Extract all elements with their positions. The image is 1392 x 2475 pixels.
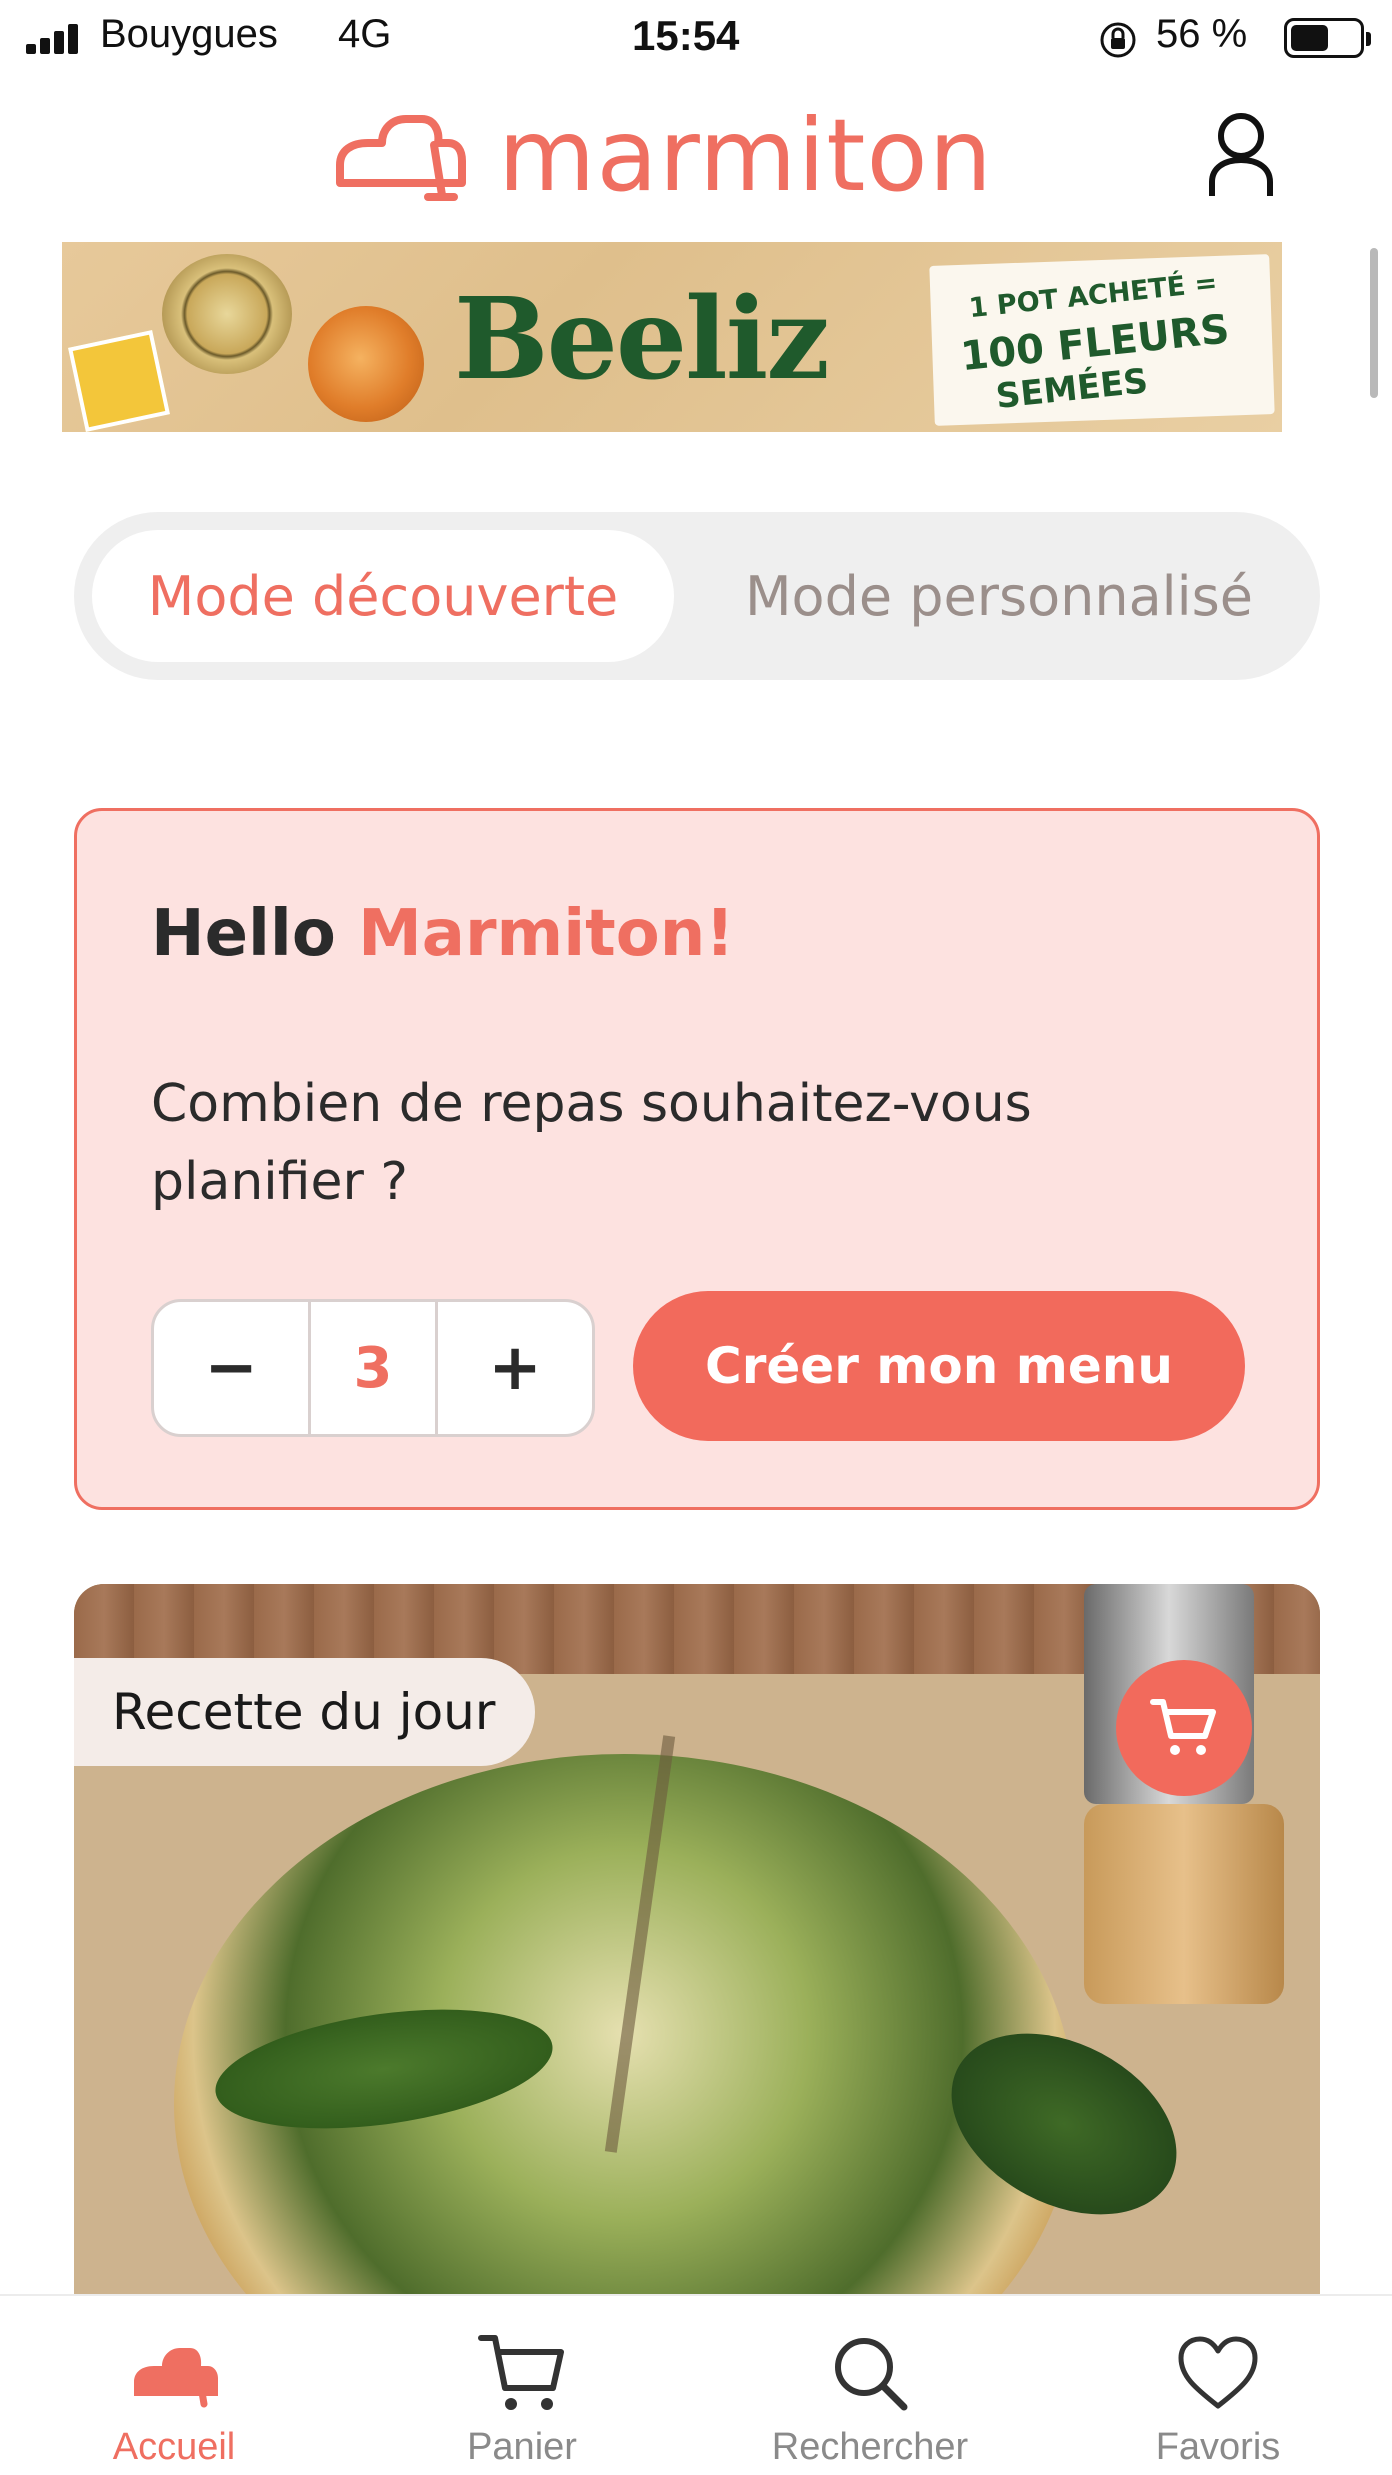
bottom-tab-bar: Accueil Panier Rechercher Favoris	[0, 2294, 1392, 2475]
decrement-button[interactable]: −	[154, 1302, 308, 1434]
banner-promo-card: 1 POT ACHETÉ = 100 FLEURS SEMÉES	[929, 254, 1275, 426]
carrier-name: Bouygues	[100, 12, 278, 56]
greeting-name: Marmiton!	[358, 897, 735, 971]
clock: 15:54	[632, 12, 740, 59]
brand-name: marmiton	[498, 96, 994, 214]
scrollbar[interactable]	[1370, 248, 1378, 398]
meal-count-stepper: − 3 +	[151, 1299, 595, 1437]
mode-toggle: Mode découverte Mode personnalisé	[74, 512, 1320, 680]
profile-icon[interactable]	[1206, 108, 1276, 200]
cart-icon	[1150, 1699, 1216, 1755]
battery-percent: 56 %	[1156, 12, 1248, 56]
app-header: marmiton	[0, 78, 1392, 228]
pot-logo-icon	[336, 115, 466, 201]
tab-favoris[interactable]: Favoris	[1044, 2296, 1392, 2475]
tab-panier[interactable]: Panier	[348, 2296, 696, 2475]
create-menu-button[interactable]: Créer mon menu	[633, 1291, 1245, 1441]
ad-banner[interactable]: Beeliz 1 POT ACHETÉ = 100 FLEURS SEMÉES	[62, 242, 1282, 432]
home-pot-icon	[134, 2348, 218, 2408]
add-to-cart-button[interactable]	[1116, 1660, 1252, 1796]
network-type: 4G	[338, 12, 392, 56]
meal-planner-card: Hello Marmiton! Combien de repas souhait…	[74, 808, 1320, 1510]
recipe-photo-grinder-base	[1084, 1804, 1284, 2004]
battery-icon	[1284, 18, 1371, 58]
tab-label: Rechercher	[771, 2426, 969, 2468]
increment-button[interactable]: +	[438, 1302, 592, 1434]
tab-rechercher[interactable]: Rechercher	[696, 2296, 1044, 2475]
tab-label: Accueil	[112, 2426, 236, 2468]
jar-lid-image	[162, 254, 292, 374]
honey-jar-image	[308, 306, 424, 422]
recipe-of-the-day-badge: Recette du jour	[74, 1658, 536, 1766]
tab-mode-personnalise[interactable]: Mode personnalisé	[694, 530, 1304, 662]
orientation-lock-icon	[1100, 22, 1136, 58]
tab-label: Favoris	[1155, 2426, 1281, 2468]
signal-icon	[26, 24, 82, 54]
meal-count-value: 3	[308, 1302, 438, 1434]
tab-mode-decouverte[interactable]: Mode découverte	[92, 530, 674, 662]
heart-icon	[1178, 2336, 1258, 2409]
greeting-word: Hello	[151, 897, 336, 971]
cart-icon	[478, 2335, 564, 2410]
tab-accueil[interactable]: Accueil	[0, 2296, 348, 2475]
status-bar: Bouygues 4G 15:54 56 %	[0, 0, 1392, 78]
meal-count-question: Combien de repas souhaitez-vous planifie…	[151, 1074, 1032, 1212]
seed-packet-image	[67, 329, 171, 432]
recipe-of-the-day-card[interactable]: Recette du jour	[74, 1584, 1320, 2294]
tab-label: Panier	[467, 2426, 577, 2468]
search-icon	[835, 2338, 908, 2411]
greeting-title: Hello Marmiton!	[151, 897, 734, 971]
banner-brand: Beeliz	[454, 274, 830, 405]
marmiton-logo[interactable]: marmiton	[330, 97, 993, 214]
